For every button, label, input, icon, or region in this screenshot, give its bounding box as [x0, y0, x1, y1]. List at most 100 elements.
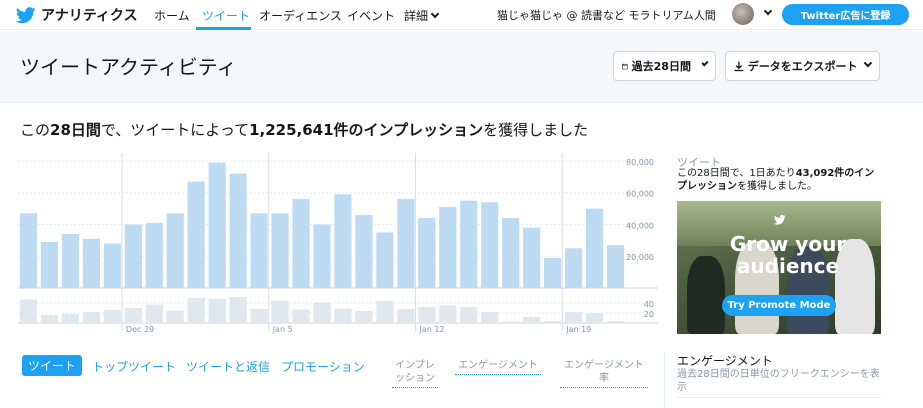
impression-bar: [585, 208, 604, 288]
summary-period: 28日間: [50, 121, 101, 139]
summary-count: 1,225,641件のインプレッション: [249, 121, 484, 139]
impression-bar: [19, 213, 38, 288]
impression-bar: [376, 232, 394, 288]
impression-bar: [439, 207, 457, 288]
chevron-down-icon: [864, 58, 873, 68]
engagement-bar: [585, 313, 604, 323]
engagement-bar: [564, 312, 583, 323]
tab-top-tweets[interactable]: トップツイート: [92, 358, 176, 375]
side-desc-prefix: この28日間で、1日あたり: [677, 168, 796, 179]
engagement-bar: [439, 305, 457, 323]
summary-suffix: を獲得しました: [483, 121, 589, 139]
column-engagements[interactable]: エンゲージメント: [455, 359, 541, 375]
engagement-bar: [124, 308, 142, 323]
column-impressions[interactable]: インプレッション: [392, 359, 438, 388]
promo-headline: Grow your audience: [729, 232, 847, 278]
engagement-bar: [229, 297, 247, 323]
engagement-title: エンゲージメント: [677, 354, 773, 368]
page-title: ツイートアクティビティ: [20, 55, 237, 79]
impression-bar: [40, 241, 59, 288]
impression-bar: [313, 224, 331, 288]
nav-events[interactable]: イベント: [347, 7, 395, 24]
nav-audience[interactable]: オーディエンス: [259, 7, 342, 24]
engagement-bar: [544, 321, 562, 323]
side-tweets-desc: この28日間で、1日あたり43,092件のインプレッションを獲得しました。: [677, 167, 882, 193]
impression-bar: [481, 202, 499, 288]
engagement-bar: [376, 301, 394, 323]
chevron-down-icon: [430, 9, 440, 19]
x-tick-label: Dec 29: [126, 325, 154, 334]
impression-bar: [418, 218, 436, 288]
section-divider: [664, 352, 665, 408]
promote-mode-card[interactable]: Grow your audience Try Promote Mode: [677, 201, 881, 334]
impression-bar: [61, 234, 80, 288]
calendar-icon: [622, 63, 628, 69]
impression-bar: [250, 213, 268, 288]
impressions-summary: この28日間で、ツイートによって1,225,641件のインプレッションを獲得しま…: [20, 119, 588, 140]
tab-promotions[interactable]: プロモーション: [281, 358, 365, 375]
side-desc-suffix: を獲得しました。: [737, 181, 817, 192]
column-engagement-rate[interactable]: エンゲージメント率: [560, 359, 648, 388]
impression-bar: [292, 199, 310, 288]
engagement-divider: [677, 397, 881, 398]
impression-bar: [502, 218, 520, 288]
top-nav: アナリティクス ホーム ツイート オーディエンス イベント 詳細 猫じゃ猫じゃ …: [0, 0, 923, 30]
y-tick-label: 40: [644, 300, 654, 309]
page-header: ツイートアクティビティ 過去28日間 データをエクスポート: [0, 31, 923, 103]
y-tick-label: 20,000: [626, 253, 654, 262]
date-range-button[interactable]: 過去28日間: [613, 51, 716, 81]
account-name[interactable]: 猫じゃ猫じゃ @ 読書など モラトリアム人間: [497, 7, 716, 23]
nav-tweets[interactable]: ツイート: [202, 7, 250, 24]
engagement-bar: [460, 307, 478, 323]
impression-bar: [460, 200, 478, 288]
x-tick-label: Jan 19: [565, 325, 591, 334]
y-tick-label: 80,000: [626, 158, 654, 167]
engagement-bar: [481, 312, 499, 323]
summary-middle: で、ツイートによって: [100, 121, 250, 139]
engagement-bar: [187, 298, 205, 323]
engagement-bar: [313, 302, 331, 323]
impression-bar: [208, 162, 226, 288]
engagement-bar: [334, 308, 352, 323]
impression-bar: [187, 181, 205, 288]
engagement-bar: [166, 310, 184, 323]
download-icon: [734, 61, 744, 71]
nav-home[interactable]: ホーム: [154, 7, 190, 24]
logo-text: アナリティクス: [41, 8, 138, 24]
chevron-down-icon[interactable]: [763, 6, 773, 16]
y-tick-label: 20: [644, 310, 654, 319]
engagement-bar: [355, 311, 373, 323]
try-promote-mode-button[interactable]: Try Promote Mode: [722, 295, 836, 316]
impression-bar: [145, 222, 163, 288]
impressions-chart-svg: 80,000 60,000 40,000 20,000 4020 Dec 29 Jan 5 J…: [18, 153, 658, 334]
y-tick-label: 60,000: [626, 190, 654, 199]
engagement-bar: [418, 307, 436, 323]
engagement-bar: [292, 309, 310, 323]
nav-more[interactable]: 詳細: [404, 7, 440, 24]
engagement-bar: [19, 299, 38, 323]
engagement-desc: 過去28日間の日単位のフリークエンシーを表示: [677, 369, 880, 393]
impression-bar: [124, 224, 142, 288]
analytics-logo[interactable]: アナリティクス: [16, 5, 137, 25]
tab-tweets-and-replies[interactable]: ツイートと返信: [186, 358, 270, 375]
engagement-bar: [523, 317, 541, 323]
x-tick-label: Jan 12: [418, 325, 444, 334]
impression-bar: [229, 173, 247, 288]
impression-bar: [103, 243, 121, 288]
export-data-button[interactable]: データをエクスポート: [725, 51, 880, 81]
impression-bar: [397, 199, 415, 288]
impression-bar: [606, 245, 625, 288]
impression-bar: [523, 227, 541, 288]
tab-tweets[interactable]: ツイート: [22, 355, 82, 376]
nav-more-label: 詳細: [404, 9, 429, 23]
engagement-bar: [271, 300, 289, 323]
impression-bar: [166, 213, 184, 288]
twitter-bird-icon: [774, 215, 786, 225]
avatar[interactable]: [732, 3, 754, 25]
engagement-bar: [40, 315, 59, 323]
chevron-down-icon: [701, 59, 709, 67]
signup-ads-button[interactable]: Twitter広告に登録: [782, 4, 909, 25]
impression-bar: [271, 213, 289, 288]
engagement-bar: [606, 321, 625, 323]
engagement-bar: [502, 321, 520, 323]
